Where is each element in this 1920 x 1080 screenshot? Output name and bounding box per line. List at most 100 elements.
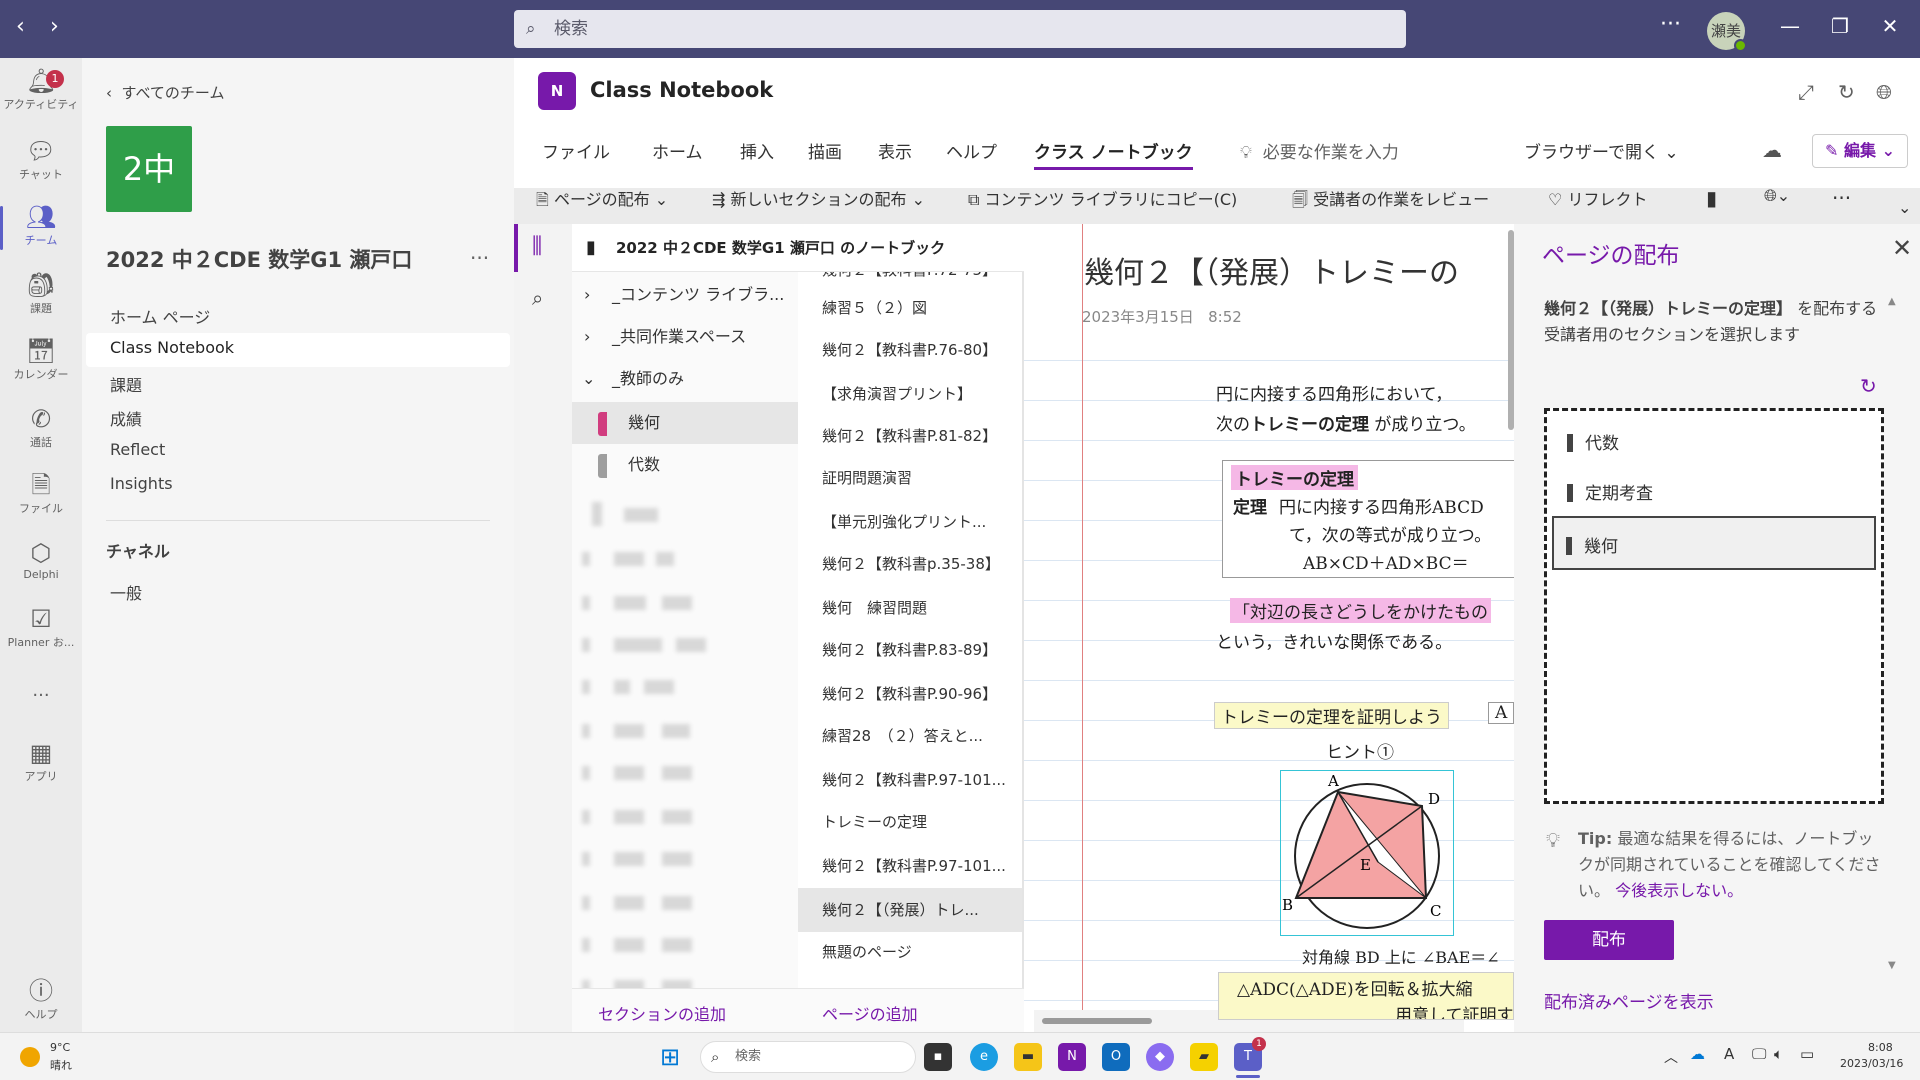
page-distribute-button[interactable]: 🗎 ページの配布 ⌄ [536,186,668,216]
close-window-icon[interactable]: ✕ [1870,14,1910,38]
page-title[interactable]: 幾何２【（発展）トレミーの [1084,248,1459,292]
view-distributed-link[interactable]: 配布済みページを表示 [1544,988,1714,1013]
rail-help[interactable]: ⓘ ヘルプ [0,976,82,1022]
add-section-link[interactable]: セクションの追加 [598,1001,726,1025]
refresh-icon[interactable]: ↻ [1838,80,1855,104]
page-item[interactable]: 証明問題演習 [798,458,1024,498]
task-view-icon[interactable]: ▪ [924,1043,952,1071]
page-item[interactable]: 練習５（２）図 [798,288,1024,328]
forward-arrow-icon[interactable]: › [50,14,59,39]
expand-icon[interactable]: ⤢ [1798,80,1814,104]
menu-help[interactable]: ヘルプ [946,138,997,163]
all-teams-link[interactable]: ‹ すべてのチーム [106,82,224,103]
distribute-button[interactable]: 配布 [1544,920,1674,960]
menu-view[interactable]: 表示 [878,138,912,163]
menu-home[interactable]: ホーム [652,138,703,163]
page-item[interactable]: 幾何２【教科書P.81-82】 [798,416,1024,456]
rail-files[interactable]: 🗎 ファイル [0,470,82,516]
tray-chevron-up-icon[interactable]: ︿ [1664,1047,1678,1067]
section-algebra[interactable]: 代数 [572,444,798,486]
search-notebook-icon[interactable]: ⌕ [532,286,543,310]
body-text[interactable]: 次のトレミーの定理 が成り立つ。 [1216,410,1476,435]
page-item[interactable]: 幾何２【教科書P.97-101... [798,846,1024,886]
page-item[interactable]: 【求角演習プリント】 [798,374,1024,414]
notebooks-icon[interactable]: ⫼ [532,234,542,259]
theorem-box[interactable]: トレミーの定理 定理 円に内接する四角形ABCD て，次の等式が成り立つ。 AB… [1222,460,1514,578]
highlight-text[interactable]: 「対辺の長さどうしをかけたもの [1230,598,1491,623]
clock-time[interactable]: 8:08 [1868,1041,1893,1054]
section-collab-space[interactable]: › _共同作業スペース [572,316,798,358]
picker-section-geometry[interactable]: 幾何 [1552,516,1876,570]
new-section-distribute-button[interactable]: ⇶ 新しいセクションの配布 ⌄ [712,186,925,210]
weather-sun-icon[interactable] [20,1047,40,1067]
menu-draw[interactable]: 描画 [808,138,842,163]
refresh-sections-icon[interactable]: ↻ [1860,374,1877,398]
rail-apps[interactable]: ▦ アプリ [0,738,82,784]
page-item[interactable]: 幾何２【教科書P.76-80】 [798,330,1024,370]
ribbon-collapse-icon[interactable]: ⌄ [1898,198,1911,217]
picker-section-exam[interactable]: 定期考査 [1567,479,1653,504]
rail-planner[interactable]: ☑ Planner お... [0,604,82,650]
volume-icon[interactable]: 🔈︎ [1774,1045,1783,1063]
file-explorer-icon[interactable]: ▬ [1014,1043,1042,1071]
more-tools-icon[interactable]: ··· [1832,186,1851,210]
rail-chat[interactable]: 💬︎ チャット [0,136,82,182]
rail-calls[interactable]: ✆ 通話 [0,404,82,450]
notebook-icon[interactable]: ▮ [1706,186,1717,210]
scroll-down-icon[interactable]: ▼ [1888,960,1896,971]
onenote-taskbar-icon[interactable]: N [1058,1043,1086,1071]
team-link-home[interactable]: ホーム ページ [110,304,210,328]
page-item[interactable]: 幾何２【教科書p.35-38】 [798,544,1024,584]
reflect-button[interactable]: ♡ リフレクト [1548,186,1647,210]
section-geometry[interactable]: 幾何 [572,402,798,444]
clock-date[interactable]: 2023/03/16 [1840,1057,1903,1070]
open-browser-button[interactable]: ブラウザーで開く ⌄ [1524,138,1679,163]
rail-delphi[interactable]: ⬡ Delphi [0,538,82,581]
section-content-library[interactable]: › _コンテンツ ライブラ... [572,274,798,316]
page-item[interactable]: 幾何２【教科書P.90-96】 [798,674,1024,714]
scrollbar-thumb[interactable] [1042,1018,1152,1024]
body-text[interactable]: 円に内接する四角形において， [1216,380,1452,405]
taskbar-search[interactable]: ⌕ 検索 [700,1041,916,1073]
rail-more[interactable]: ... [0,680,82,701]
avatar[interactable]: 瀬美 [1707,12,1747,52]
team-link-insights[interactable]: Insights [110,474,173,493]
rail-teams[interactable]: 👥︎ チーム [0,202,82,250]
rail-assignments[interactable]: 🎒︎ 課題 [0,270,82,316]
search-input[interactable]: ⌕ 検索 [514,10,1406,48]
scroll-up-icon[interactable]: ▲ [1888,296,1896,307]
ime-indicator[interactable]: A [1724,1045,1734,1063]
edit-button[interactable]: ✎ 編集 ⌄ [1812,134,1908,168]
tell-me-box[interactable]: 💡︎ 必要な作業を入力 [1240,138,1399,163]
picker-section-algebra[interactable]: 代数 [1567,429,1619,454]
battery-icon[interactable]: ▭ [1800,1045,1814,1063]
back-arrow-icon[interactable]: ‹ [16,14,25,39]
more-options-icon[interactable]: ··· [1660,12,1681,37]
onedrive-icon[interactable]: ☁ [1690,1045,1705,1063]
windows-start-icon[interactable]: ⊞ [660,1043,680,1071]
weather-desc[interactable]: 晴れ [50,1057,72,1073]
team-more-icon[interactable]: ... [470,240,489,264]
copilot-icon[interactable]: ◆ [1146,1043,1174,1071]
network-icon[interactable]: 🖵︎ [1752,1045,1766,1063]
page-item[interactable]: 幾何２【教科書P.83-89】 [798,630,1024,670]
prove-box[interactable]: トレミーの定理を証明しよう [1214,702,1449,729]
copy-library-button[interactable]: ⧉ コンテンツ ライブラリにコピー(C) [968,186,1237,210]
page-item[interactable]: 無題のページ [798,932,1024,972]
team-link-assignments[interactable]: 課題 [110,372,142,396]
page-item[interactable]: 練習28 （２）答えと... [798,716,1024,756]
minimize-icon[interactable]: — [1770,14,1810,38]
circle-diagram[interactable]: A B C D E [1280,770,1454,936]
team-link-reflect[interactable]: Reflect [110,440,165,459]
hint-box[interactable]: △ADC(△ADE)を回転＆拡大縮 用意して証明す [1218,972,1514,1020]
menu-class-notebook[interactable]: クラス ノートブック [1034,138,1193,170]
page-item[interactable]: 幾何 練習問題 [798,588,1024,628]
section-group-teacher-only[interactable]: ⌄ _教師のみ [572,358,798,400]
menu-file[interactable]: ファイル [542,138,610,163]
page-item[interactable]: 幾何２【教科書P.97-101... [798,760,1024,800]
team-link-class-notebook[interactable]: Class Notebook [110,338,234,357]
review-work-button[interactable]: 🗐 受講者の作業をレビュー [1292,186,1489,216]
menu-insert[interactable]: 挿入 [740,138,774,163]
sync-cloud-icon[interactable]: ☁ [1762,138,1782,162]
translate-icon[interactable]: 🌐︎⌄ [1764,186,1790,206]
